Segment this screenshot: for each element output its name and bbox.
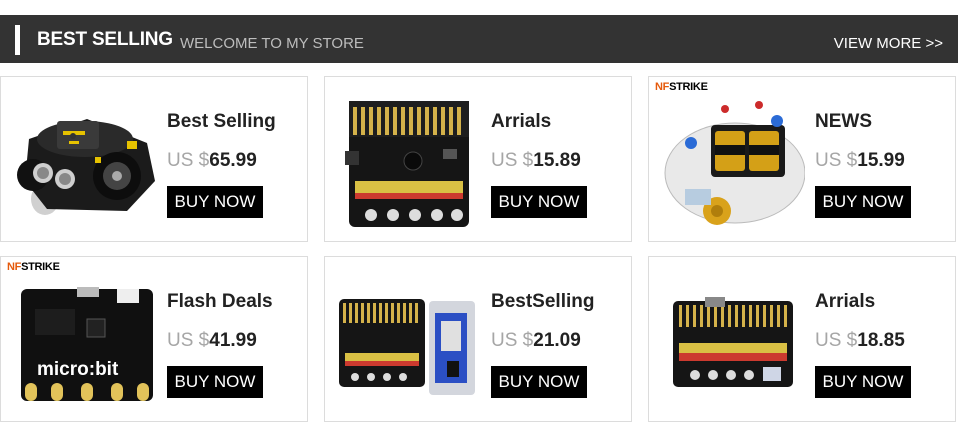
product-card[interactable]: BestSelling US $21.09 BUY NOW	[324, 256, 632, 422]
product-name[interactable]: Arrials	[491, 111, 551, 133]
product-name[interactable]: Best Selling	[167, 111, 276, 133]
product-name[interactable]: Flash Deals	[167, 291, 273, 313]
price-amount: 65.99	[209, 150, 257, 171]
io-board-image[interactable]	[655, 261, 805, 417]
product-card[interactable]: Arrials US $15.89 BUY NOW	[324, 76, 632, 242]
price-currency: US $	[815, 330, 858, 351]
brand-logo: NFSTRIKE	[7, 261, 60, 273]
price-amount: 41.99	[209, 330, 257, 351]
product-card[interactable]: NFSTRIKE micro:bit Flash Deals US $41.99…	[0, 256, 308, 422]
price-currency: US $	[491, 330, 534, 351]
price-amount: 21.09	[533, 330, 581, 351]
header-accent-bar	[15, 25, 20, 55]
product-price: US $41.99	[167, 330, 257, 352]
section-title: BEST SELLING	[37, 29, 173, 50]
product-card[interactable]: Best Selling US $65.99 BUY NOW	[0, 76, 308, 242]
board-label: micro:bit	[37, 359, 119, 380]
product-price: US $15.99	[815, 150, 905, 172]
product-name[interactable]: BestSelling	[491, 291, 594, 313]
buy-now-button[interactable]: BUY NOW	[167, 366, 263, 398]
buy-now-button[interactable]: BUY NOW	[167, 186, 263, 218]
price-currency: US $	[815, 150, 858, 171]
product-card[interactable]: Arrials US $18.85 BUY NOW	[648, 256, 956, 422]
buy-now-button[interactable]: BUY NOW	[815, 186, 911, 218]
price-amount: 15.89	[533, 150, 581, 171]
buy-now-button[interactable]: BUY NOW	[815, 366, 911, 398]
robot-car-image[interactable]	[7, 81, 157, 237]
product-price: US $18.85	[815, 330, 905, 352]
product-price: US $21.09	[491, 330, 581, 352]
expansion-board-image[interactable]	[331, 81, 481, 237]
price-currency: US $	[491, 150, 534, 171]
section-header: BEST SELLING WELCOME TO MY STORE VIEW MO…	[0, 15, 958, 63]
view-more-link[interactable]: VIEW MORE >>	[834, 35, 943, 52]
price-amount: 15.99	[857, 150, 905, 171]
product-name[interactable]: NEWS	[815, 111, 872, 133]
buy-now-button[interactable]: BUY NOW	[491, 366, 587, 398]
robot-kit-image[interactable]: NFSTRIKE	[655, 81, 806, 237]
section-subtitle: WELCOME TO MY STORE	[180, 35, 364, 52]
board-with-case-image[interactable]	[331, 261, 481, 417]
product-card[interactable]: NFSTRIKE NEWS US $15.99 BUY NOW	[648, 76, 956, 242]
price-currency: US $	[167, 330, 210, 351]
microbit-board-image[interactable]: NFSTRIKE micro:bit	[7, 261, 157, 417]
product-name[interactable]: Arrials	[815, 291, 875, 313]
price-amount: 18.85	[857, 330, 905, 351]
price-currency: US $	[167, 150, 210, 171]
buy-now-button[interactable]: BUY NOW	[491, 186, 587, 218]
product-price: US $15.89	[491, 150, 581, 172]
product-price: US $65.99	[167, 150, 257, 172]
brand-logo: NFSTRIKE	[655, 81, 708, 93]
